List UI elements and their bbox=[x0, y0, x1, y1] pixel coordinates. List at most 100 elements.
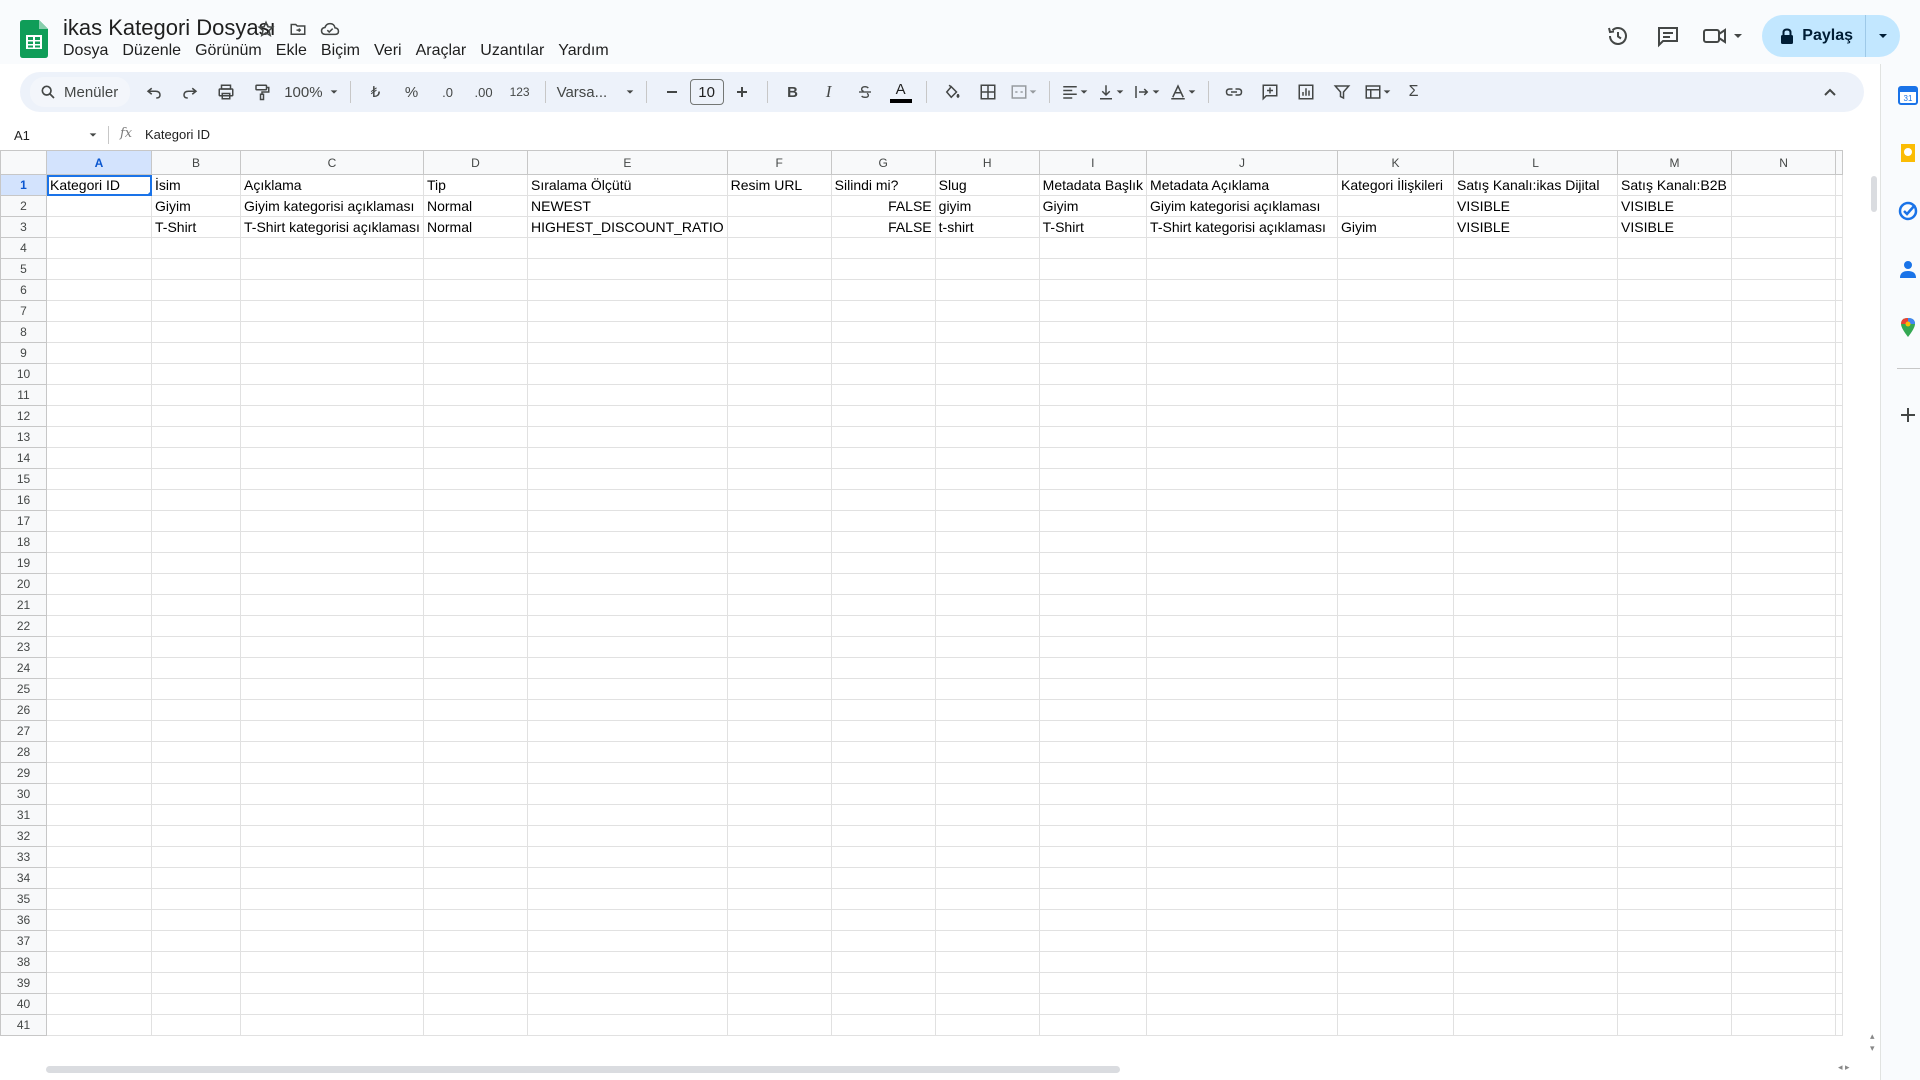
cell[interactable] bbox=[726, 447, 832, 469]
cell[interactable] bbox=[1731, 426, 1837, 448]
cell[interactable] bbox=[1146, 468, 1339, 490]
active-cell[interactable]: Kategori ID bbox=[46, 174, 152, 196]
cell[interactable] bbox=[1146, 783, 1339, 805]
cell[interactable] bbox=[1146, 657, 1339, 679]
cell[interactable] bbox=[1731, 615, 1837, 637]
cell[interactable] bbox=[151, 447, 241, 469]
cell[interactable] bbox=[46, 321, 152, 343]
cell[interactable] bbox=[830, 888, 936, 910]
cell[interactable] bbox=[1453, 909, 1619, 931]
cell[interactable] bbox=[527, 573, 728, 595]
cell[interactable] bbox=[1038, 678, 1148, 700]
cell[interactable] bbox=[1337, 804, 1455, 826]
cell[interactable] bbox=[1337, 300, 1455, 322]
cell[interactable] bbox=[1617, 825, 1733, 847]
cell[interactable] bbox=[423, 762, 528, 784]
row-header[interactable]: 9 bbox=[0, 342, 47, 364]
cell[interactable] bbox=[1617, 489, 1733, 511]
row-header[interactable]: 19 bbox=[0, 552, 47, 574]
cell[interactable] bbox=[527, 636, 728, 658]
cell[interactable] bbox=[1146, 1014, 1339, 1036]
cell[interactable] bbox=[46, 741, 152, 763]
cell[interactable] bbox=[423, 426, 528, 448]
cell[interactable] bbox=[46, 909, 152, 931]
cell[interactable] bbox=[151, 888, 241, 910]
cell[interactable] bbox=[1453, 531, 1619, 553]
cell[interactable] bbox=[830, 678, 936, 700]
row-header[interactable]: 30 bbox=[0, 783, 47, 805]
cell[interactable] bbox=[726, 678, 832, 700]
cell[interactable] bbox=[1337, 657, 1455, 679]
cell[interactable] bbox=[151, 510, 241, 532]
cell[interactable] bbox=[934, 489, 1040, 511]
percent-format-button[interactable]: % bbox=[395, 77, 429, 107]
cell[interactable] bbox=[830, 510, 936, 532]
cell[interactable] bbox=[1038, 447, 1148, 469]
row-header[interactable]: 6 bbox=[0, 279, 47, 301]
cell[interactable] bbox=[1835, 972, 1844, 994]
row-header[interactable]: 18 bbox=[0, 531, 47, 553]
cell[interactable] bbox=[830, 531, 936, 553]
cell[interactable] bbox=[423, 279, 528, 301]
cell[interactable] bbox=[423, 405, 528, 427]
cell[interactable] bbox=[46, 468, 152, 490]
cell[interactable] bbox=[830, 930, 936, 952]
cell[interactable] bbox=[1835, 867, 1844, 889]
cell[interactable]: T-Shirt kategorisi açıklaması bbox=[1146, 216, 1339, 238]
cell[interactable] bbox=[240, 951, 424, 973]
cell[interactable] bbox=[46, 930, 152, 952]
cell[interactable] bbox=[1731, 930, 1837, 952]
cell[interactable] bbox=[46, 762, 152, 784]
comments-icon[interactable] bbox=[1652, 20, 1684, 52]
cell[interactable] bbox=[726, 636, 832, 658]
cell[interactable] bbox=[1453, 384, 1619, 406]
cell[interactable] bbox=[830, 573, 936, 595]
cell[interactable] bbox=[1617, 552, 1733, 574]
cell[interactable] bbox=[1038, 552, 1148, 574]
cell[interactable] bbox=[1617, 993, 1733, 1015]
cell[interactable] bbox=[726, 993, 832, 1015]
cell[interactable] bbox=[934, 930, 1040, 952]
cell[interactable] bbox=[1835, 741, 1844, 763]
row-header[interactable]: 24 bbox=[0, 657, 47, 679]
cell[interactable] bbox=[1453, 657, 1619, 679]
cell[interactable] bbox=[1453, 972, 1619, 994]
cell[interactable] bbox=[1731, 447, 1837, 469]
cell[interactable] bbox=[240, 783, 424, 805]
cell[interactable] bbox=[1337, 195, 1455, 217]
cell[interactable] bbox=[726, 363, 832, 385]
cell[interactable] bbox=[1453, 300, 1619, 322]
decrease-decimal-button[interactable]: .0 bbox=[431, 77, 465, 107]
cell[interactable] bbox=[934, 468, 1040, 490]
cell[interactable] bbox=[1146, 279, 1339, 301]
cell[interactable] bbox=[830, 783, 936, 805]
cell[interactable] bbox=[1453, 468, 1619, 490]
cell[interactable] bbox=[151, 636, 241, 658]
cell[interactable] bbox=[527, 678, 728, 700]
cell[interactable] bbox=[527, 909, 728, 931]
cell[interactable]: İsim bbox=[151, 174, 241, 196]
insert-comment-icon[interactable] bbox=[1253, 77, 1287, 107]
cell[interactable] bbox=[423, 846, 528, 868]
cell[interactable] bbox=[527, 552, 728, 574]
cell[interactable] bbox=[1835, 216, 1844, 238]
cell[interactable] bbox=[1337, 384, 1455, 406]
row-header[interactable]: 17 bbox=[0, 510, 47, 532]
cell[interactable] bbox=[1731, 594, 1837, 616]
cell[interactable] bbox=[1146, 552, 1339, 574]
cell[interactable] bbox=[1617, 405, 1733, 427]
cell[interactable] bbox=[46, 237, 152, 259]
cell[interactable] bbox=[240, 615, 424, 637]
cell[interactable] bbox=[1146, 489, 1339, 511]
cell[interactable] bbox=[1337, 258, 1455, 280]
cell[interactable] bbox=[1146, 825, 1339, 847]
cell[interactable] bbox=[1146, 363, 1339, 385]
cell[interactable] bbox=[726, 279, 832, 301]
cell[interactable] bbox=[1453, 237, 1619, 259]
cell[interactable] bbox=[1038, 825, 1148, 847]
cell[interactable] bbox=[726, 615, 832, 637]
cell[interactable] bbox=[1337, 867, 1455, 889]
column-header-a[interactable]: A bbox=[46, 150, 152, 175]
cell[interactable] bbox=[1337, 363, 1455, 385]
cell[interactable]: Kategori İlişkileri bbox=[1337, 174, 1455, 196]
